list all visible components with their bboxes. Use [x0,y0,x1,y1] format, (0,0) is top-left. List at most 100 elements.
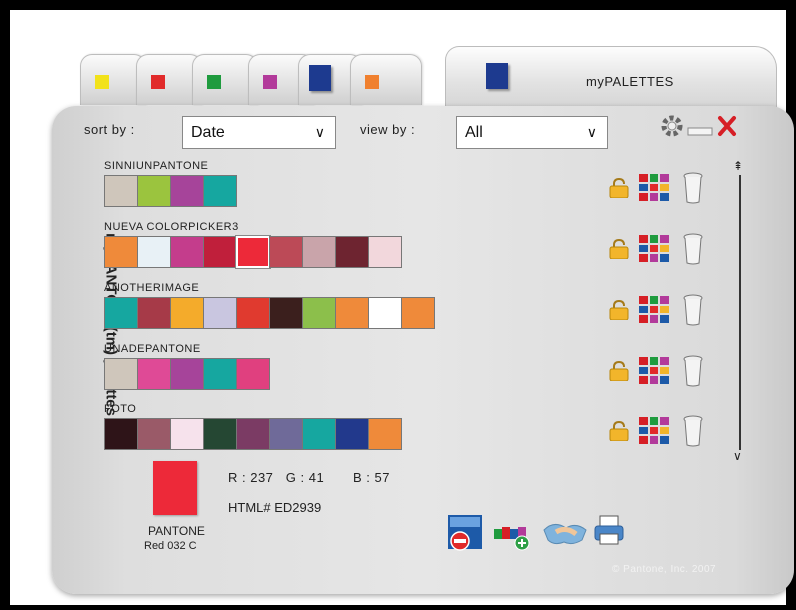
color-swatch[interactable] [401,297,435,329]
close-icon[interactable] [718,116,736,136]
trash-icon[interactable] [683,415,703,447]
color-swatch[interactable] [368,236,402,268]
palette-name: SINNIUNPANTONE [104,160,209,172]
print-icon[interactable] [592,514,628,548]
tab-swatch [486,63,508,89]
tab-swatch [151,75,165,89]
color-swatch[interactable] [137,236,171,268]
color-swatch[interactable] [170,297,204,329]
share-handshake-icon[interactable] [542,516,590,550]
palette-actions [608,233,728,267]
palette-name: UNADEPANTONE [104,343,201,355]
color-swatch[interactable] [335,297,369,329]
view-label: view by : [360,122,416,137]
palette-grid-icon[interactable] [639,174,669,201]
palettes-panel: myPANTONE(tm) palettes sort by : Date ∨ … [52,106,794,594]
lock-icon[interactable] [608,421,630,441]
lock-icon[interactable] [608,361,630,381]
tab-swatch [263,75,277,89]
palette-swatches [104,418,402,450]
trash-icon[interactable] [683,233,703,265]
color-swatch[interactable] [203,236,237,268]
color-swatch[interactable] [302,236,336,268]
palette-actions [608,355,728,389]
palette-actions [608,172,728,206]
color-swatch[interactable] [137,418,171,450]
tab-swatch [309,65,331,91]
trash-icon[interactable] [683,355,703,387]
color-swatch[interactable] [170,358,204,390]
color-swatch[interactable] [203,418,237,450]
settings-icon[interactable] [661,115,683,137]
color-swatch[interactable] [137,297,171,329]
b-value: B : 57 [352,470,390,485]
palette-name: FOTO [104,403,137,415]
tab-mypalettes[interactable]: myPALETTES [445,46,777,107]
color-swatch[interactable] [170,418,204,450]
color-swatch[interactable] [236,358,270,390]
color-swatch[interactable] [236,297,270,329]
palette-swatches [104,235,402,269]
color-swatch[interactable] [104,358,138,390]
app-window: myPALETTES myPANTONE(tm) palettes sort b… [10,10,794,605]
delete-palette-icon[interactable] [444,513,492,553]
lock-icon[interactable] [608,239,630,259]
color-swatch[interactable] [170,175,204,207]
sort-value: Date [191,124,225,141]
trash-icon[interactable] [683,172,703,204]
color-swatch[interactable] [203,175,237,207]
chevron-down-icon: ∨ [314,124,325,140]
color-swatch[interactable] [335,418,369,450]
palette-name: NUEVA COLORPICKER3 [104,221,239,233]
color-swatch[interactable] [368,297,402,329]
color-swatch[interactable] [302,418,336,450]
chevron-down-icon: ∨ [586,124,597,140]
color-swatch[interactable] [335,236,369,268]
view-value: All [465,124,483,141]
color-swatch[interactable] [104,175,138,207]
lock-icon[interactable] [608,300,630,320]
palette-grid-icon[interactable] [639,296,669,323]
pantone-label: PANTONE [148,524,205,538]
palette-grid-icon[interactable] [639,357,669,384]
r-value: R : 237 [228,470,274,485]
color-swatch[interactable] [203,297,237,329]
color-swatch[interactable] [104,297,138,329]
selected-color-swatch [153,461,197,515]
lock-icon[interactable] [608,178,630,198]
color-swatch[interactable] [104,418,138,450]
color-swatch[interactable] [236,418,270,450]
color-swatch[interactable] [269,418,303,450]
palette-swatches [104,358,270,390]
color-swatch[interactable] [235,235,271,269]
color-swatch[interactable] [137,175,171,207]
scroll-up-icon[interactable]: ⇞ [733,159,743,173]
palette-actions [608,294,728,328]
trash-icon[interactable] [683,294,703,326]
color-swatch[interactable] [269,236,303,268]
color-swatch[interactable] [104,236,138,268]
tab-swatch [365,75,379,89]
color-swatch[interactable] [368,418,402,450]
scroll-down-icon[interactable]: ∨ [733,449,742,463]
window-controls [661,115,736,137]
minimize-icon[interactable] [687,127,713,136]
html-hex-value: HTML# ED2939 [228,500,322,515]
view-select[interactable]: All ∨ [456,116,608,149]
tab-orange[interactable] [350,54,422,105]
color-swatch[interactable] [302,297,336,329]
palette-grid-icon[interactable] [639,235,669,262]
palette-actions [608,415,728,449]
color-swatch[interactable] [137,358,171,390]
tab-swatch [95,75,109,89]
color-swatch[interactable] [170,236,204,268]
add-colors-icon[interactable] [492,523,540,553]
color-swatch[interactable] [269,297,303,329]
sort-select[interactable]: Date ∨ [182,116,336,149]
palette-scrollbar[interactable]: ⇞ ∨ [730,159,750,466]
color-swatch[interactable] [203,358,237,390]
palette-grid-icon[interactable] [639,417,669,444]
palette-swatches [104,175,237,207]
tab-title: myPALETTES [586,74,674,89]
scroll-track[interactable] [739,175,741,450]
